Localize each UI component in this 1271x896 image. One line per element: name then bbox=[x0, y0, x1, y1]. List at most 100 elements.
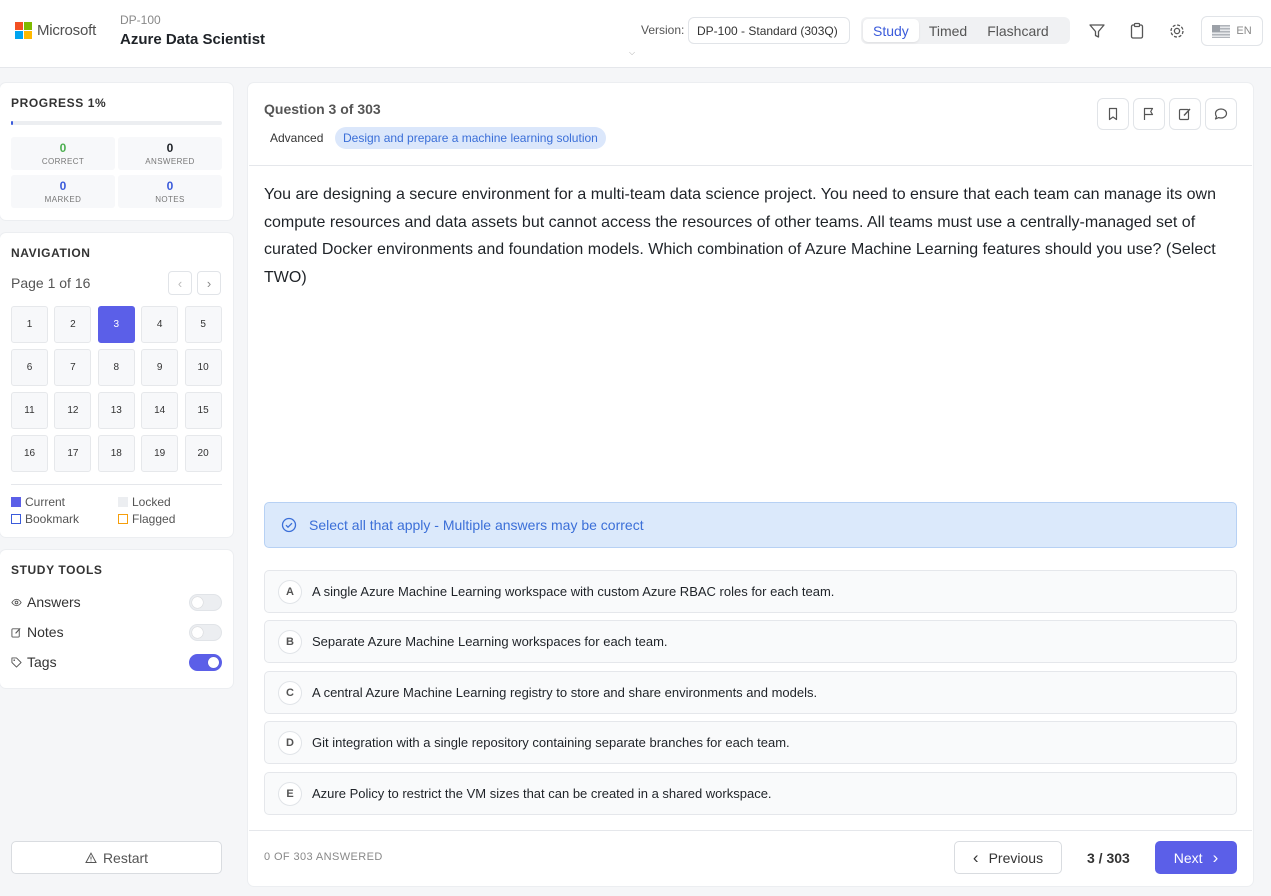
option-text: A central Azure Machine Learning registr… bbox=[312, 685, 818, 700]
grid-cell[interactable]: 7 bbox=[54, 349, 92, 386]
option-letter: C bbox=[278, 680, 302, 705]
restart-button[interactable]: Restart bbox=[11, 841, 222, 874]
legend-current: Current bbox=[11, 495, 65, 509]
grid-cell[interactable]: 3 bbox=[97, 306, 135, 343]
check-circle-icon bbox=[281, 517, 297, 533]
next-page-button[interactable]: › bbox=[197, 271, 221, 295]
previous-label: Previous bbox=[988, 849, 1044, 866]
legend-label: Current bbox=[25, 495, 66, 509]
legend-bookmark: Bookmark bbox=[11, 512, 79, 526]
option-b[interactable]: B Separate Azure Machine Learning worksp… bbox=[264, 620, 1237, 663]
option-e[interactable]: E Azure Policy to restrict the VM sizes … bbox=[264, 772, 1237, 815]
answered-count: 0 OF 303 ANSWERED bbox=[264, 851, 383, 863]
flag-icon bbox=[1143, 107, 1154, 120]
microsoft-logo[interactable]: Microsoft bbox=[15, 22, 96, 39]
footer-divider bbox=[249, 830, 1252, 831]
grid-cell[interactable]: 12 bbox=[54, 392, 92, 429]
tool-tags: Tags bbox=[11, 654, 57, 670]
stat-notes: 0 NOTES bbox=[118, 175, 222, 208]
stat-answered: 0 ANSWERED bbox=[118, 137, 222, 170]
grid-cell[interactable]: 2 bbox=[54, 306, 92, 343]
filter-icon[interactable] bbox=[1088, 22, 1106, 40]
next-button[interactable]: Next › bbox=[1155, 841, 1237, 874]
grid-cell[interactable]: 10 bbox=[184, 349, 222, 386]
grid-cell[interactable]: 15 bbox=[184, 392, 222, 429]
edit-icon bbox=[11, 627, 21, 638]
answers-toggle[interactable] bbox=[189, 594, 222, 611]
grid-cell[interactable]: 5 bbox=[184, 306, 222, 343]
edit-icon bbox=[1178, 108, 1191, 121]
stat-value: 0 bbox=[166, 179, 174, 193]
grid-cell[interactable]: 17 bbox=[54, 435, 92, 472]
language-button[interactable]: EN bbox=[1201, 16, 1263, 46]
legend-label: Bookmark bbox=[25, 512, 80, 526]
legend-swatch bbox=[11, 514, 21, 524]
chevron-right-icon: › bbox=[206, 275, 212, 291]
stat-marked: 0 MARKED bbox=[11, 175, 115, 208]
notes-toggle[interactable] bbox=[189, 624, 222, 641]
grid-cell[interactable]: 1 bbox=[11, 306, 48, 343]
page-label: Page 1 of 16 bbox=[11, 275, 91, 291]
top-header: Microsoft DP-100 Azure Data Scientist Ve… bbox=[0, 0, 1271, 68]
grid-cell[interactable]: 6 bbox=[11, 349, 48, 386]
grid-cell[interactable]: 13 bbox=[97, 392, 135, 429]
tags-toggle[interactable] bbox=[189, 654, 222, 671]
prev-page-button[interactable]: ‹ bbox=[168, 271, 192, 295]
language-code: EN bbox=[1236, 25, 1252, 37]
bookmark-button[interactable] bbox=[1097, 98, 1129, 130]
grid-cell[interactable]: 19 bbox=[141, 435, 179, 472]
previous-button[interactable]: ‹ Previous bbox=[954, 841, 1062, 874]
tool-label: Notes bbox=[27, 624, 64, 640]
grid-cell[interactable]: 20 bbox=[184, 435, 222, 472]
grid-cell[interactable]: 8 bbox=[97, 349, 135, 386]
question-heading: Question 3 of 303 bbox=[264, 101, 381, 117]
grid-cell[interactable]: 4 bbox=[141, 306, 179, 343]
legend-swatch bbox=[11, 497, 21, 507]
option-c[interactable]: C A central Azure Machine Learning regis… bbox=[264, 671, 1237, 714]
option-a[interactable]: A A single Azure Machine Learning worksp… bbox=[264, 570, 1237, 613]
progress-title: PROGRESS 1% bbox=[11, 96, 107, 110]
warning-icon bbox=[85, 851, 97, 863]
clipboard-icon[interactable] bbox=[1128, 22, 1146, 40]
option-text: Git integration with a single repository… bbox=[312, 735, 790, 750]
stat-label: CORRECT bbox=[41, 157, 85, 166]
legend-swatch bbox=[118, 497, 128, 507]
exam-title: Azure Data Scientist bbox=[120, 31, 266, 48]
option-d[interactable]: D Git integration with a single reposito… bbox=[264, 721, 1237, 764]
tab-study[interactable]: Study bbox=[863, 19, 919, 42]
tool-label: Answers bbox=[27, 594, 81, 610]
stat-label: MARKED bbox=[44, 195, 82, 204]
version-label: Version: bbox=[641, 23, 685, 37]
tab-timed[interactable]: Timed bbox=[919, 19, 977, 42]
restart-label: Restart bbox=[102, 849, 149, 866]
version-select[interactable]: DP-100 - Standard (303Q) bbox=[688, 17, 850, 44]
navigation-title: NAVIGATION bbox=[11, 246, 91, 260]
tag-icon bbox=[11, 656, 22, 668]
hint-text: Select all that apply - Multiple answers… bbox=[309, 517, 644, 533]
grid-cell[interactable]: 16 bbox=[11, 435, 48, 472]
grid-cell[interactable]: 11 bbox=[11, 392, 48, 429]
brand-name: Microsoft bbox=[37, 22, 97, 39]
stat-correct: 0 CORRECT bbox=[11, 137, 115, 170]
stat-value: 0 bbox=[59, 141, 67, 155]
grid-cell[interactable]: 18 bbox=[97, 435, 135, 472]
comment-button[interactable] bbox=[1205, 98, 1237, 130]
chevron-down-icon: ⌵ bbox=[629, 48, 636, 57]
mode-switcher: Study Timed Flashcard bbox=[861, 17, 1070, 44]
option-letter: E bbox=[278, 781, 302, 806]
tab-flashcard[interactable]: Flashcard bbox=[977, 19, 1058, 42]
gear-icon[interactable] bbox=[1168, 22, 1186, 40]
question-text: You are designing a secure environment f… bbox=[264, 186, 1216, 286]
note-button[interactable] bbox=[1169, 98, 1201, 130]
stat-label: NOTES bbox=[155, 195, 185, 204]
comment-icon bbox=[1214, 108, 1228, 120]
legend-label: Locked bbox=[132, 495, 171, 509]
grid-cell[interactable]: 9 bbox=[141, 349, 179, 386]
option-letter: D bbox=[278, 730, 302, 755]
grid-cell[interactable]: 14 bbox=[141, 392, 179, 429]
option-letter: A bbox=[278, 579, 302, 604]
difficulty-label: Advanced bbox=[270, 131, 324, 145]
flag-button[interactable] bbox=[1133, 98, 1165, 130]
legend-label: Flagged bbox=[132, 512, 176, 526]
option-text: Azure Policy to restrict the VM sizes th… bbox=[312, 786, 772, 801]
